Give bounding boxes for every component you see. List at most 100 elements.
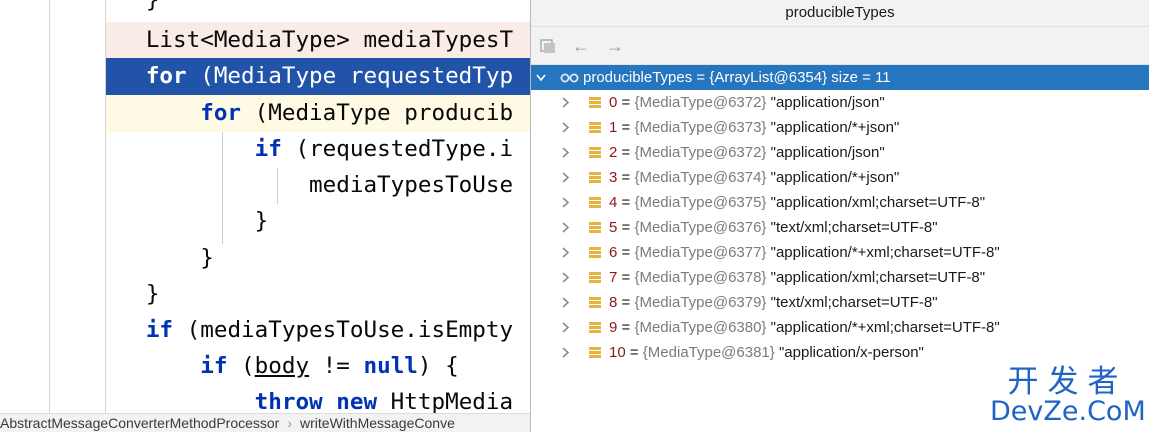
forward-icon[interactable]: → xyxy=(605,36,625,56)
tree-row[interactable]: 3 = {MediaType@6374} "application/*+json… xyxy=(531,165,1149,190)
code-line[interactable]: } xyxy=(105,203,530,240)
indent-guide xyxy=(222,132,223,244)
code-token: } xyxy=(145,281,160,307)
tree-row-text: 3 = {MediaType@6374} "application/*+json… xyxy=(609,165,899,190)
breadcrumb: AbstractMessageConverterMethodProcessor ›… xyxy=(0,413,530,432)
item-ref: {MediaType@6372} xyxy=(634,144,767,161)
item-value: "application/*+json" xyxy=(770,169,900,186)
tree-row[interactable]: 1 = {MediaType@6373} "application/*+json… xyxy=(531,115,1149,140)
field-icon xyxy=(589,347,601,359)
breadcrumb-item-class[interactable]: AbstractMessageConverterMethodProcessor xyxy=(0,414,279,432)
field-icon xyxy=(589,297,601,309)
item-ref: {MediaType@6372} xyxy=(634,94,767,111)
tree-row[interactable]: 5 = {MediaType@6376} "text/xml;charset=U… xyxy=(531,215,1149,240)
field-icon xyxy=(589,272,601,284)
chevron-right-icon[interactable] xyxy=(558,340,572,374)
equals-sign: = xyxy=(617,319,635,336)
code-line[interactable]: List<MediaType> mediaTypesT xyxy=(105,22,530,59)
watermark-en: DevZe.CoM xyxy=(990,396,1146,427)
code-line[interactable]: for (MediaType producib xyxy=(105,95,530,132)
tree-row[interactable]: 2 = {MediaType@6372} "application/json" xyxy=(531,140,1149,165)
field-icon xyxy=(589,247,601,259)
code-token: body xyxy=(254,353,310,379)
code-line[interactable]: if (requestedType.i xyxy=(105,131,530,168)
code-token: } xyxy=(145,0,160,13)
equals-sign: = xyxy=(617,119,635,136)
code-line[interactable]: for (MediaType requestedTyp xyxy=(105,58,530,95)
code-line[interactable]: } xyxy=(105,0,530,19)
code-token: (MediaType requestedTyp xyxy=(186,63,514,89)
code-line[interactable]: } xyxy=(105,240,530,277)
code-token: HttpMedia xyxy=(377,389,514,415)
tree-row[interactable]: 8 = {MediaType@6379} "text/xml;charset=U… xyxy=(531,290,1149,315)
tree-row[interactable]: 4 = {MediaType@6375} "application/xml;ch… xyxy=(531,190,1149,215)
tree-row-text: 1 = {MediaType@6373} "application/*+json… xyxy=(609,115,899,140)
code-keyword: for xyxy=(145,63,187,89)
code-line[interactable]: if (body != null) { xyxy=(105,348,530,385)
code-line[interactable]: mediaTypesToUse xyxy=(105,167,530,204)
code-keyword: throw xyxy=(254,389,323,415)
item-ref: {MediaType@6377} xyxy=(634,244,767,261)
item-value: "application/json" xyxy=(770,144,885,161)
item-value: "application/*+json" xyxy=(770,119,900,136)
tree-row[interactable]: 9 = {MediaType@6380} "application/*+xml;… xyxy=(531,315,1149,340)
item-value: "application/*+xml;charset=UTF-8" xyxy=(770,319,1000,336)
field-icon xyxy=(589,322,601,334)
field-icon xyxy=(589,222,601,234)
field-icon xyxy=(589,197,601,209)
watermark-cn: 开发者 xyxy=(1007,364,1128,400)
tree-row-text: 6 = {MediaType@6377} "application/*+xml;… xyxy=(609,240,1000,265)
code-keyword: if xyxy=(145,317,174,343)
code-keyword: null xyxy=(363,353,418,379)
item-value: "text/xml;charset=UTF-8" xyxy=(770,219,938,236)
code-line[interactable]: if (mediaTypesToUse.isEmpty xyxy=(105,312,530,349)
code-editor[interactable]: } List<MediaType> mediaTypesT for (Media… xyxy=(0,0,530,432)
item-value: "application/xml;charset=UTF-8" xyxy=(770,194,986,211)
tree-row-text: 5 = {MediaType@6376} "text/xml;charset=U… xyxy=(609,215,938,240)
tree-row[interactable]: 0 = {MediaType@6372} "application/json" xyxy=(531,90,1149,115)
tree-row[interactable]: 7 = {MediaType@6378} "application/xml;ch… xyxy=(531,265,1149,290)
item-ref: {MediaType@6380} xyxy=(634,319,767,336)
code-line[interactable]: } xyxy=(105,276,530,313)
back-icon[interactable]: ← xyxy=(571,36,591,56)
item-index: 10 xyxy=(609,344,626,361)
tree-row[interactable]: 6 = {MediaType@6377} "application/*+xml;… xyxy=(531,240,1149,265)
tree-row-root[interactable]: producibleTypes = {ArrayList@6354} size … xyxy=(531,65,1149,90)
code-token: (MediaType producib xyxy=(241,100,514,126)
equals-sign: = xyxy=(617,94,635,111)
equals-sign: = xyxy=(617,244,635,261)
tree-row[interactable]: 10 = {MediaType@6381} "application/x-per… xyxy=(531,340,1149,365)
code-token: (requestedType.i xyxy=(281,136,514,162)
breadcrumb-separator: › xyxy=(287,415,293,431)
navigate-to-source-icon[interactable] xyxy=(539,36,559,56)
equals-sign: = xyxy=(617,294,635,311)
equals-sign: = xyxy=(617,144,635,161)
tree-row-text: 4 = {MediaType@6375} "application/xml;ch… xyxy=(609,190,985,215)
breadcrumb-item-method[interactable]: writeWithMessageConve xyxy=(300,414,455,432)
item-ref: {MediaType@6373} xyxy=(634,119,767,136)
tree-row-text: 7 = {MediaType@6378} "application/xml;ch… xyxy=(609,265,985,290)
field-icon xyxy=(589,147,601,159)
item-ref: {MediaType@6375} xyxy=(634,194,767,211)
code-token: != xyxy=(309,353,364,379)
watermark-logo: 开发者 DevZe.CoM xyxy=(990,364,1146,428)
tree-row-text: 0 = {MediaType@6372} "application/json" xyxy=(609,90,885,115)
code-keyword: for xyxy=(200,100,242,126)
indent-guide xyxy=(277,168,278,204)
popup-toolbar: ← → xyxy=(531,27,1149,65)
item-ref: {MediaType@6376} xyxy=(634,219,767,236)
item-value: "application/*+xml;charset=UTF-8" xyxy=(770,244,1000,261)
code-keyword: if xyxy=(254,136,282,162)
code-token: mediaTypesToUse xyxy=(309,172,514,198)
code-token: } xyxy=(200,245,214,271)
equals-sign: = xyxy=(617,169,635,186)
